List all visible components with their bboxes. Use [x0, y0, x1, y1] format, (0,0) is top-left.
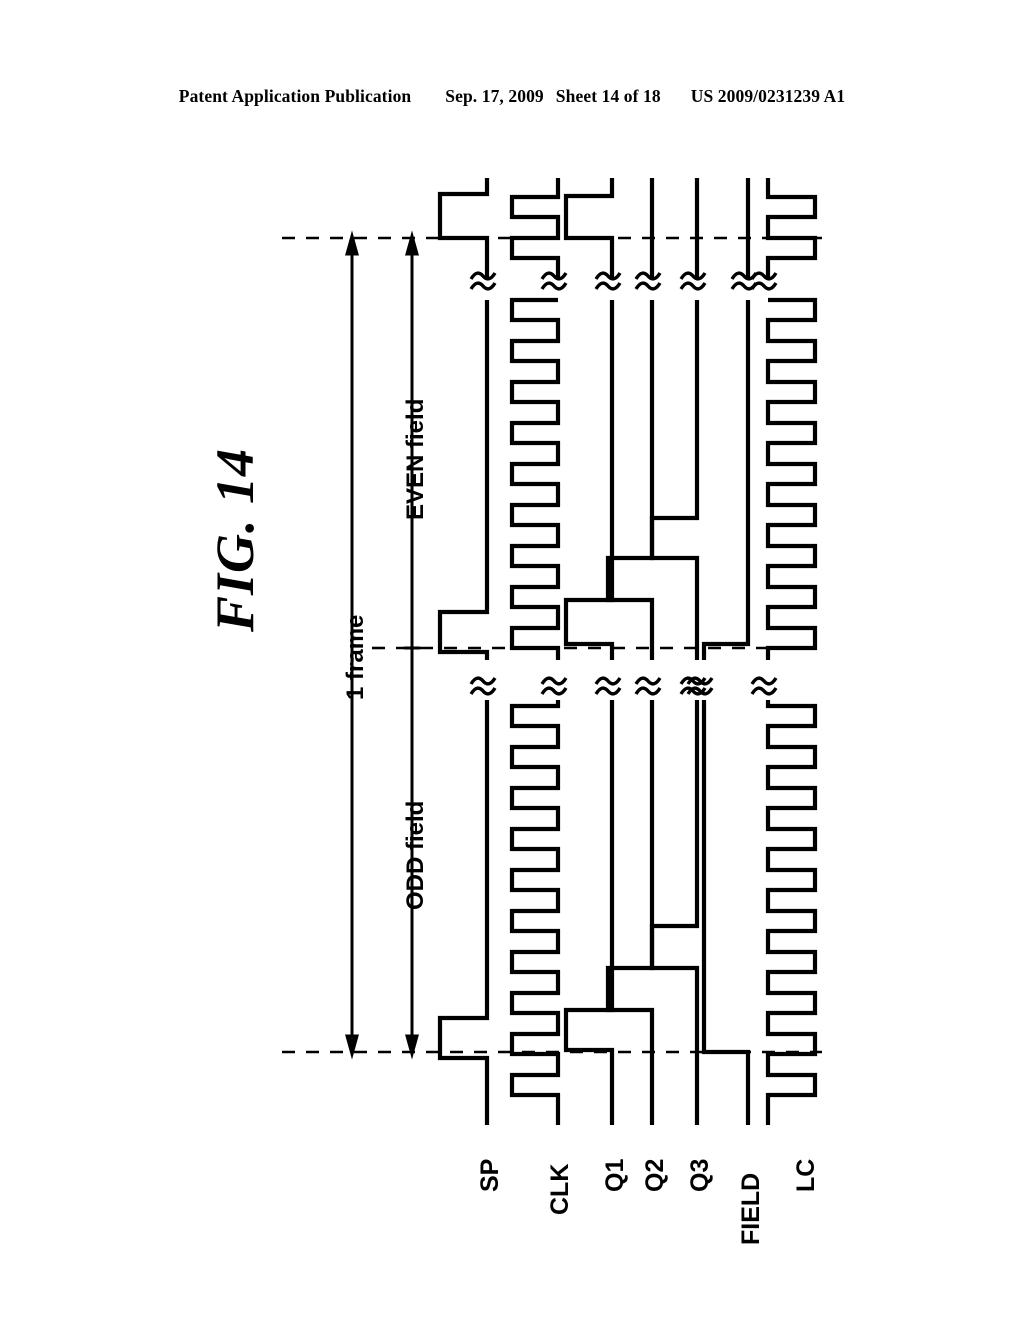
break-mark-clk-lower — [540, 686, 568, 696]
break-mark-field-lower2 — [686, 676, 714, 686]
signal-traces — [437, 178, 818, 1125]
break-mark-q2-lower2 — [634, 676, 662, 686]
break-mark-q3-upper2 — [679, 271, 707, 281]
break-mark-q2-lower — [634, 686, 662, 696]
signal-label-sp: SP — [476, 1158, 504, 1192]
signal-label-clk: CLK — [546, 1163, 574, 1215]
span-label-odd-field: ODD field — [402, 800, 429, 910]
trace-sp — [437, 178, 490, 1125]
span-label-1-frame: 1 frame — [342, 614, 369, 700]
break-mark-clk-upper2 — [540, 271, 568, 281]
break-mark-sp-upper2 — [469, 271, 497, 281]
break-mark-clk-lower2 — [540, 676, 568, 686]
trace-q2 — [605, 178, 655, 1125]
break-mark-q1-lower — [594, 686, 622, 696]
break-mark-clk-upper — [540, 281, 568, 291]
signal-label-q1: Q1 — [601, 1158, 629, 1192]
break-mark-field-lower — [686, 686, 714, 696]
span-label-even-field: EVEN field — [402, 398, 429, 520]
signal-label-lc: LC — [792, 1158, 820, 1192]
break-mark-q1-upper — [594, 281, 622, 291]
patent-page: Patent Application Publication Sep. 17, 2… — [0, 0, 1024, 1320]
break-mark-lc-upper — [750, 281, 778, 291]
break-mark-q3-upper — [679, 281, 707, 291]
trace-q1 — [563, 178, 615, 1125]
trace-q3 — [649, 178, 700, 1125]
break-mark-lc-upper2 — [750, 271, 778, 281]
trace-field — [701, 178, 751, 1125]
timing-diagram — [282, 178, 822, 1125]
break-mark-q2-upper — [634, 281, 662, 291]
trace-clk — [509, 178, 561, 1125]
break-mark-sp-upper — [469, 281, 497, 291]
signal-label-q2: Q2 — [641, 1158, 669, 1192]
break-mark-sp-lower — [469, 686, 497, 696]
break-mark-q1-upper2 — [594, 271, 622, 281]
break-mark-sp-lower2 — [469, 676, 497, 686]
break-mark-lc-lower2 — [750, 676, 778, 686]
signal-label-field: FIELD — [737, 1172, 765, 1245]
break-mark-q1-lower2 — [594, 676, 622, 686]
signal-label-q3: Q3 — [686, 1158, 714, 1192]
break-mark-q2-upper2 — [634, 271, 662, 281]
trace-lc — [765, 178, 818, 1125]
break-mark-lc-lower — [750, 686, 778, 696]
